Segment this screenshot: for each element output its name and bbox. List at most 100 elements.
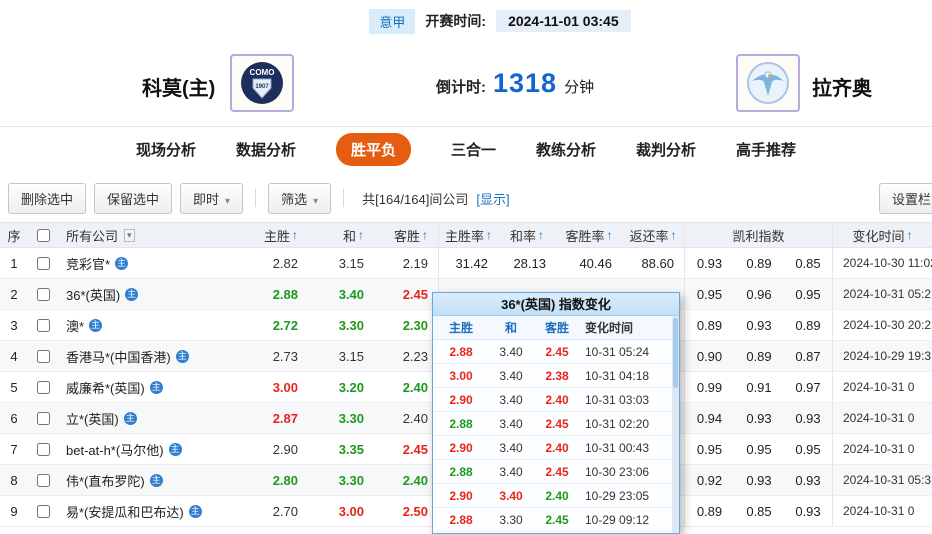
row-checkbox[interactable] — [36, 473, 50, 487]
odds-away[interactable]: 2.19 — [374, 248, 438, 278]
sort-asc-icon[interactable]: ↑ — [671, 228, 677, 242]
odds-draw[interactable]: 3.30 — [308, 465, 374, 495]
company-name[interactable]: 伟*(直布罗陀) — [66, 471, 145, 490]
company-name[interactable]: bet-at-h*(马尔他) — [66, 440, 164, 459]
keep-selected-button[interactable]: 保留选中 — [94, 182, 173, 214]
odds-away[interactable]: 2.30 — [374, 310, 438, 340]
header-away-rate[interactable]: 客胜率 ↑ — [556, 223, 622, 247]
kelly-cell: 0.89 — [684, 310, 734, 340]
row-checkbox[interactable] — [36, 318, 50, 332]
header-home-rate[interactable]: 主胜率 ↑ — [438, 223, 498, 247]
odds-draw[interactable]: 3.35 — [308, 434, 374, 464]
filter-dropdown[interactable]: 筛选 ▾ — [268, 182, 332, 214]
odds-home[interactable]: 2.90 — [230, 434, 308, 464]
company-name[interactable]: 竞彩官* — [66, 254, 110, 273]
popup-title: 36*(英国) 指数变化 — [433, 293, 679, 316]
company-name[interactable]: 36*(英国) — [66, 285, 120, 304]
company-tag-icon: 主 — [125, 287, 139, 301]
header-home-odds[interactable]: 主胜 ↑ — [230, 223, 308, 247]
company-name[interactable]: 香港马*(中国香港) — [66, 347, 171, 366]
table-row[interactable]: 1 竞彩官* 主 2.82 3.15 2.19 31.42 28.13 40.46 88.60 0.… — [0, 248, 932, 279]
odds-draw: 3.30 — [499, 512, 523, 527]
row-checkbox[interactable] — [36, 349, 50, 363]
sort-asc-icon[interactable]: ↑ — [422, 228, 428, 242]
row-checkbox[interactable] — [36, 287, 50, 301]
row-checkbox[interactable] — [36, 256, 50, 270]
change-time: 2024-10-31 0 — [832, 496, 932, 526]
row-checkbox-cell — [28, 465, 58, 495]
odds-draw[interactable]: 3.15 — [308, 248, 374, 278]
delete-selected-button[interactable]: 删除选中 — [8, 182, 87, 214]
show-link[interactable]: [显示] — [476, 189, 509, 208]
instant-dropdown[interactable]: 即时 ▾ — [180, 182, 244, 214]
odds-home[interactable]: 2.80 — [230, 465, 308, 495]
popup-scrollbar-thumb[interactable] — [673, 318, 678, 388]
header-away-odds[interactable]: 客胜 ↑ — [374, 223, 438, 247]
tab-5[interactable]: 裁判分析 — [636, 139, 696, 160]
sort-asc-icon[interactable]: ↑ — [907, 228, 913, 242]
odds-home[interactable]: 2.87 — [230, 403, 308, 433]
kelly-cell: 0.93 — [795, 410, 821, 426]
odds-draw[interactable]: 3.30 — [308, 403, 374, 433]
row-checkbox[interactable] — [36, 411, 50, 425]
odds-home[interactable]: 2.73 — [230, 341, 308, 371]
tab-0[interactable]: 现场分析 — [136, 139, 196, 160]
company-count-text: 共[164/164]间公司 — [362, 191, 469, 207]
change-time: 2024-10-31 05:3 — [832, 465, 932, 495]
odds-home[interactable]: 2.82 — [230, 248, 308, 278]
tab-4[interactable]: 教练分析 — [536, 139, 596, 160]
odds-draw[interactable]: 3.00 — [308, 496, 374, 526]
header-draw-odds[interactable]: 和 ↑ — [308, 223, 374, 247]
header-draw-rate[interactable]: 和率 ↑ — [498, 223, 556, 247]
company-name[interactable]: 立*(英国) — [66, 409, 119, 428]
odds-draw[interactable]: 3.15 — [308, 341, 374, 371]
start-time-value: 2024-11-01 03:45 — [496, 10, 631, 32]
odds-home[interactable]: 2.88 — [230, 279, 308, 309]
sort-asc-icon[interactable]: ↑ — [292, 228, 298, 242]
sort-asc-icon[interactable]: ↑ — [486, 228, 492, 242]
odds-away[interactable]: 2.45 — [374, 434, 438, 464]
odds-home[interactable]: 2.72 — [230, 310, 308, 340]
odds-home[interactable]: 3.00 — [230, 372, 308, 402]
tab-6[interactable]: 高手推荐 — [736, 139, 796, 160]
company-name[interactable]: 澳* — [66, 316, 84, 335]
header-draw-rate-label: 和率 — [509, 228, 536, 244]
header-company[interactable]: 所有公司 ▾ — [58, 223, 230, 247]
row-checkbox[interactable] — [36, 504, 50, 518]
change-time: 2024-10-31 05:2 — [832, 279, 932, 309]
header-checkbox-cell — [28, 223, 58, 247]
tab-2[interactable]: 胜平负 — [335, 133, 411, 166]
sort-asc-icon[interactable]: ↑ — [607, 228, 613, 242]
home-team-logo: COMO 1907 — [230, 54, 294, 112]
kelly-cell: 0.91 — [746, 379, 772, 395]
company-filter-caret-icon[interactable]: ▾ — [124, 228, 135, 242]
odds-away[interactable]: 2.23 — [374, 341, 438, 371]
rate-cell: 28.13 — [513, 255, 546, 271]
kelly-cell: 0.89 — [746, 348, 772, 364]
header-return-rate-label: 返还率 — [629, 228, 669, 244]
tab-1[interactable]: 数据分析 — [236, 139, 296, 160]
odds-away[interactable]: 2.45 — [374, 279, 438, 309]
sort-asc-icon[interactable]: ↑ — [358, 228, 364, 242]
select-all-checkbox[interactable] — [36, 228, 50, 242]
odds-draw[interactable]: 3.40 — [308, 279, 374, 309]
odds-away[interactable]: 2.40 — [374, 372, 438, 402]
row-index: 8 — [10, 472, 18, 488]
row-checkbox[interactable] — [36, 442, 50, 456]
odds-away: 2.45 — [545, 464, 569, 479]
company-name[interactable]: 威廉希*(英国) — [66, 378, 145, 397]
odds-away[interactable]: 2.40 — [374, 465, 438, 495]
header-change-time[interactable]: 变化时间 ↑ — [832, 223, 932, 247]
header-return-rate[interactable]: 返还率 ↑ — [622, 223, 684, 247]
popup-scrollbar[interactable] — [672, 316, 679, 533]
odds-draw[interactable]: 3.20 — [308, 372, 374, 402]
odds-draw[interactable]: 3.30 — [308, 310, 374, 340]
settings-button[interactable]: 设置栏 — [878, 182, 932, 214]
company-name[interactable]: 易*(安提瓜和巴布达) — [66, 502, 184, 521]
row-checkbox[interactable] — [36, 380, 50, 394]
odds-away[interactable]: 2.50 — [374, 496, 438, 526]
sort-asc-icon[interactable]: ↑ — [538, 228, 544, 242]
odds-home[interactable]: 2.70 — [230, 496, 308, 526]
tab-3[interactable]: 三合一 — [451, 139, 496, 160]
odds-away[interactable]: 2.40 — [374, 403, 438, 433]
